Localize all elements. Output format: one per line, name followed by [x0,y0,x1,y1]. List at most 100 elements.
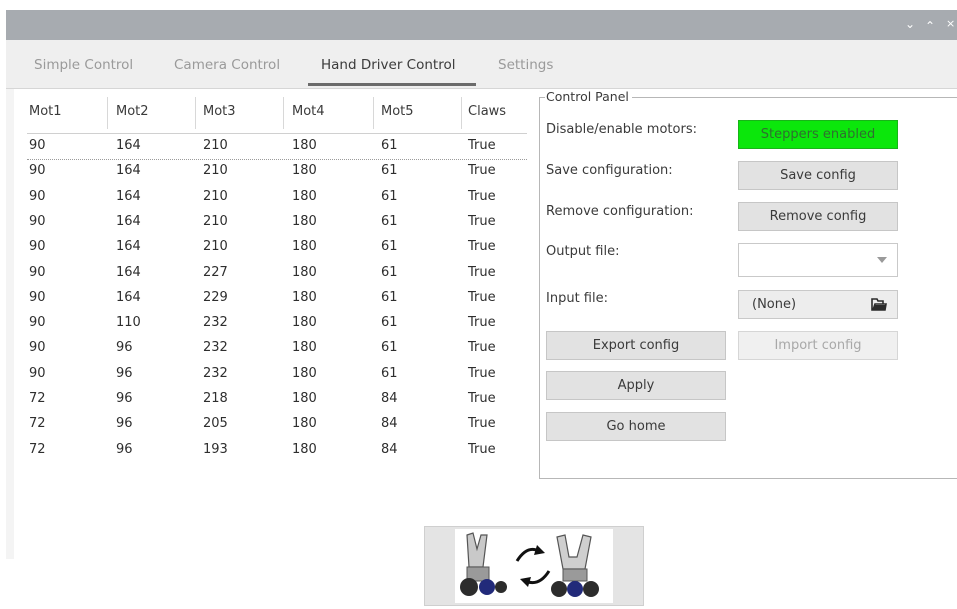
import-config-button[interactable]: Import config [738,331,898,360]
table-cell[interactable]: 61 [381,340,398,355]
export-config-button[interactable]: Export config [546,331,726,360]
table-cell[interactable]: 210 [203,138,228,153]
table-cell[interactable]: 90 [29,290,46,305]
table-cell[interactable]: 180 [292,340,317,355]
tab-simple-control[interactable]: Simple Control [34,57,133,73]
table-row[interactable]: 90 164 210 180 61 True [27,235,527,260]
table-cell[interactable]: 90 [29,189,46,204]
table-cell[interactable]: 180 [292,391,317,406]
table-row[interactable]: 90 110 232 180 61 True [27,311,527,336]
table-cell[interactable]: 180 [292,265,317,280]
table-cell[interactable]: 61 [381,163,398,178]
table-cell[interactable]: True [468,214,496,229]
table-cell[interactable]: 164 [116,163,141,178]
table-cell[interactable]: 229 [203,290,228,305]
table-cell[interactable]: 61 [381,138,398,153]
dropdown-arrow-icon[interactable] [877,257,887,263]
table-cell[interactable]: 180 [292,189,317,204]
apply-button[interactable]: Apply [546,371,726,400]
go-home-button[interactable]: Go home [546,412,726,441]
save-config-button[interactable]: Save config [738,161,898,190]
table-cell[interactable]: True [468,163,496,178]
table-row[interactable]: 90 164 210 180 61 True [27,210,527,235]
column-header-mot3[interactable]: Mot3 [203,104,236,119]
table-cell[interactable]: 180 [292,442,317,457]
table-cell[interactable]: 180 [292,239,317,254]
table-row[interactable]: 90 164 229 180 61 True [27,286,527,311]
table-cell[interactable]: True [468,189,496,204]
table-cell[interactable]: 180 [292,366,317,381]
table-cell[interactable]: 164 [116,265,141,280]
tab-settings[interactable]: Settings [498,57,553,73]
table-cell[interactable]: 232 [203,366,228,381]
table-cell[interactable]: True [468,315,496,330]
chevron-down-icon[interactable]: ⌄ [905,17,915,31]
table-row[interactable]: 90 164 210 180 61 True [27,159,527,184]
tab-hand-driver-control[interactable]: Hand Driver Control [321,57,455,73]
table-cell[interactable]: 61 [381,290,398,305]
table-cell[interactable]: 164 [116,214,141,229]
input-file-field[interactable]: (None) [738,290,898,319]
table-cell[interactable]: 84 [381,442,398,457]
table-cell[interactable]: 180 [292,416,317,431]
column-header-mot4[interactable]: Mot4 [292,104,325,119]
table-cell[interactable]: 210 [203,214,228,229]
table-cell[interactable]: 61 [381,189,398,204]
table-cell[interactable]: 72 [29,391,46,406]
table-cell[interactable]: 164 [116,189,141,204]
table-row[interactable]: 90 96 232 180 61 True [27,362,527,387]
column-header-mot1[interactable]: Mot1 [29,104,62,119]
table-row[interactable]: 90 96 232 180 61 True [27,336,527,361]
table-cell[interactable]: True [468,265,496,280]
table-cell[interactable]: True [468,442,496,457]
table-cell[interactable]: 164 [116,239,141,254]
table-cell[interactable]: 164 [116,138,141,153]
table-row[interactable]: 90 164 210 180 61 True [27,134,527,160]
hand-image-button[interactable] [424,526,644,606]
table-cell[interactable]: 90 [29,265,46,280]
table-cell[interactable]: 61 [381,366,398,381]
table-cell[interactable]: 180 [292,214,317,229]
table-cell[interactable]: 180 [292,138,317,153]
table-cell[interactable]: 90 [29,366,46,381]
table-cell[interactable]: 90 [29,163,46,178]
table-row[interactable]: 90 164 227 180 61 True [27,261,527,286]
table-row[interactable]: 72 96 205 180 84 True [27,412,527,437]
table-cell[interactable]: 205 [203,416,228,431]
table-row[interactable]: 72 96 218 180 84 True [27,387,527,412]
table-cell[interactable]: 180 [292,290,317,305]
table-cell[interactable]: 210 [203,189,228,204]
table-cell[interactable]: 90 [29,214,46,229]
remove-config-button[interactable]: Remove config [738,202,898,231]
table-cell[interactable]: 72 [29,416,46,431]
table-cell[interactable]: 210 [203,239,228,254]
table-cell[interactable]: True [468,416,496,431]
close-icon[interactable]: × [946,17,955,31]
column-header-mot2[interactable]: Mot2 [116,104,149,119]
table-cell[interactable]: 61 [381,265,398,280]
table-cell[interactable]: True [468,239,496,254]
table-cell[interactable]: 180 [292,315,317,330]
motor-table[interactable]: Mot1 Mot2 Mot3 Mot4 Mot5 Claws 90 164 210 1… [27,89,540,489]
table-cell[interactable]: 96 [116,391,133,406]
table-cell[interactable]: 96 [116,340,133,355]
table-cell[interactable]: 232 [203,340,228,355]
tab-camera-control[interactable]: Camera Control [174,57,280,73]
column-header-claws[interactable]: Claws [468,104,506,119]
table-cell[interactable]: 90 [29,315,46,330]
table-cell[interactable]: True [468,290,496,305]
table-cell[interactable]: True [468,138,496,153]
folder-open-icon[interactable] [871,296,887,312]
table-cell[interactable]: True [468,340,496,355]
table-cell[interactable]: 96 [116,416,133,431]
table-cell[interactable]: 96 [116,366,133,381]
table-cell[interactable]: 90 [29,239,46,254]
table-cell[interactable]: 227 [203,265,228,280]
table-cell[interactable]: 90 [29,340,46,355]
table-cell[interactable]: 164 [116,290,141,305]
table-row[interactable]: 90 164 210 180 61 True [27,185,527,210]
table-cell[interactable]: 193 [203,442,228,457]
chevron-up-icon[interactable]: ⌃ [925,19,935,33]
output-file-dropdown[interactable] [738,243,898,277]
table-cell[interactable]: 72 [29,442,46,457]
